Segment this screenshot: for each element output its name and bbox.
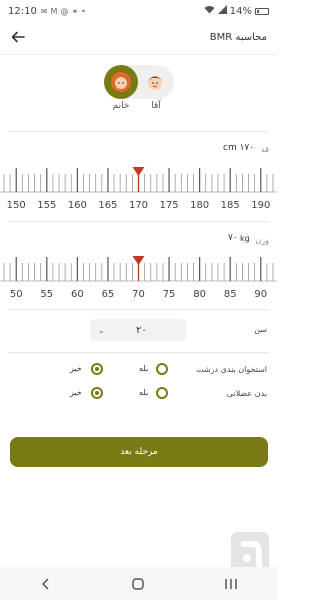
divider <box>8 131 269 132</box>
link-icon: ⚭ <box>71 6 79 16</box>
battery-percent: 14% <box>229 5 252 17</box>
muscular-label: بدن عضلانی <box>226 389 267 398</box>
height-ruler-scale[interactable]: 150 155 160 165 170 175 180 185 190 <box>0 164 277 214</box>
big-bones-yes-radio[interactable] <box>156 363 168 375</box>
gender-toggle <box>104 65 174 99</box>
weight-ruler-tick-label: 85 <box>224 289 237 300</box>
weight-ruler-tick-label: 75 <box>163 289 176 300</box>
notification-icons: ✉ M @ ⚭ • <box>41 7 86 16</box>
height-ruler-tick-label: 180 <box>190 200 209 211</box>
big-bones-no-label: خیر <box>70 364 82 373</box>
age-select[interactable]: ⌄ ۲۰ <box>90 319 186 341</box>
height-ruler[interactable]: 150 155 160 165 170 175 180 185 190 <box>0 164 277 214</box>
weight-unit: kg <box>240 234 250 243</box>
muscular-yes-label: بله <box>139 388 149 397</box>
page-title: محاسبه BMR <box>209 31 267 43</box>
height-ruler-tick-label: 170 <box>129 200 148 211</box>
system-nav-bar <box>0 567 277 600</box>
weight-ruler-tick-label: 65 <box>102 289 115 300</box>
height-ruler-tick-label: 150 <box>7 200 26 211</box>
wifi-icon <box>204 5 215 17</box>
weight-ruler-tick-label: 60 <box>71 289 84 300</box>
status-bar: 12:10 ✉ M @ ⚭ • 14% <box>0 0 277 22</box>
nav-recents-icon[interactable] <box>216 572 246 596</box>
big-bones-no-radio[interactable] <box>91 363 103 375</box>
app-bar-divider <box>0 54 277 55</box>
height-ruler-tick-label: 190 <box>251 200 270 211</box>
weight-label: وزن <box>255 236 269 245</box>
mail-icon: M <box>50 6 58 16</box>
height-value: ۱۷۰ cm <box>223 143 255 153</box>
nav-back-icon[interactable] <box>31 572 61 596</box>
weight-ruler-tick-label: 70 <box>132 289 145 300</box>
app-bar: محاسبه BMR <box>0 24 277 50</box>
message-icon: ✉ <box>40 6 48 16</box>
gender-male-label: آقا <box>151 101 161 111</box>
height-ruler-tick-label: 175 <box>160 200 179 211</box>
muscular-no-radio[interactable] <box>91 387 103 399</box>
height-ruler-tick-label: 155 <box>37 200 56 211</box>
divider <box>8 309 269 310</box>
gender-female-label: خانم <box>112 101 130 111</box>
dot-icon: • <box>81 6 86 16</box>
weight-value: ۷۰ <box>228 233 238 243</box>
arrow-left-icon[interactable] <box>10 29 26 45</box>
male-avatar-icon <box>148 76 162 90</box>
female-avatar-icon <box>111 72 131 92</box>
at-icon: @ <box>60 6 69 16</box>
height-ruler-tick-label: 165 <box>98 200 117 211</box>
weight-ruler-tick-label: 80 <box>193 289 206 300</box>
gender-male-option[interactable] <box>138 65 172 99</box>
divider <box>8 352 269 353</box>
muscular-no-label: خیر <box>70 388 82 397</box>
status-time: 12:10 <box>8 5 37 17</box>
weight-ruler-tick-label: 55 <box>40 289 53 300</box>
divider <box>8 221 269 222</box>
nav-home-icon[interactable] <box>123 572 153 596</box>
weight-ruler-tick-label: 50 <box>10 289 23 300</box>
weight-ruler-tick-label: 90 <box>254 289 267 300</box>
weight-ruler[interactable]: 50 55 60 65 70 75 80 85 90 <box>0 253 277 303</box>
height-ruler-tick-label: 160 <box>68 200 87 211</box>
battery-icon <box>255 7 269 15</box>
age-label: سن <box>254 325 267 334</box>
chevron-down-icon: ⌄ <box>98 325 105 335</box>
height-label: قد <box>260 145 269 154</box>
weight-ruler-scale[interactable]: 50 55 60 65 70 75 80 85 90 <box>0 253 277 303</box>
next-step-button[interactable]: مرحله بعد <box>10 437 268 467</box>
signal-icon <box>217 5 227 17</box>
big-bones-yes-label: بله <box>139 364 149 373</box>
height-ruler-tick-label: 185 <box>221 200 240 211</box>
muscular-yes-radio[interactable] <box>156 387 168 399</box>
gender-female-option[interactable] <box>104 65 138 99</box>
big-bones-label: استخوان بندی درشت <box>196 365 267 374</box>
status-right: 14% <box>204 5 269 17</box>
age-value: ۲۰ <box>135 324 147 336</box>
